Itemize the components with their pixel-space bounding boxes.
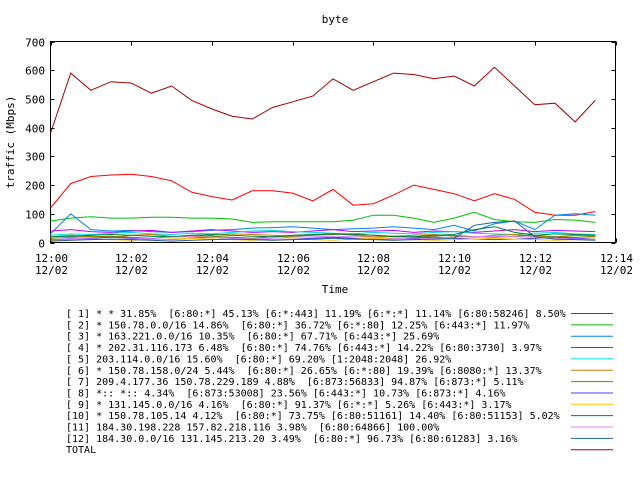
series-line-13 <box>50 66 596 134</box>
chart: byte traffic (Mbps) Time 0 100 200 300 400 50… <box>0 0 640 480</box>
legend-entry-label: [11] 184.30.198.228 157.82.218.116 3.98%… <box>66 423 439 434</box>
x-tick-date-label: 12/02 <box>277 264 310 277</box>
x-tick-date-label: 12/02 <box>115 264 148 277</box>
x-tick-date-label: 12/02 <box>196 264 229 277</box>
legend-entry-label: [ 9] * 131.145.0.0/16 4.16% [6:80:*] 91.… <box>66 400 512 411</box>
legend-entry-label: [12] 184.30.0.0/16 131.145.213.20 3.49% … <box>66 434 518 445</box>
y-tick-label: 700 <box>25 37 45 50</box>
legend-entry-label: [10] * 150.78.105.14 4.12% [6:80:*] 73.7… <box>66 411 560 422</box>
y-tick-label: 600 <box>25 65 45 78</box>
x-tick-date-label: 12/02 <box>35 264 68 277</box>
y-tick-label: 400 <box>25 123 45 136</box>
y-tick-label: 500 <box>25 94 45 107</box>
series-line-1 <box>50 173 596 216</box>
y-tick-label: 300 <box>25 151 45 164</box>
x-tick-date-label: 12/02 <box>357 264 390 277</box>
x-tick-date-label: 12/02 <box>519 264 552 277</box>
legend-entry-label: [ 2] * 150.78.0.0/16 14.86% [6:80:*] 36.… <box>66 320 530 331</box>
y-tick-label: 0 <box>38 238 45 251</box>
legend-entry-label: [ 1] * * 31.85% [6:80:*] 45.13% [6:*:443… <box>66 309 566 320</box>
legend-entry-label: TOTAL <box>66 445 96 456</box>
chart-title: byte <box>322 13 349 26</box>
legend-entry-label: [ 4] * 202.31.116.173 6.48% [6:80:*] 74.… <box>66 343 542 354</box>
y-axis-label: traffic (Mbps) <box>4 96 17 189</box>
legend-entry-label: [ 6] * 150.78.158.0/24 5.44% [6:80:*] 26… <box>66 366 542 377</box>
x-axis-label: Time <box>322 283 349 296</box>
x-tick-date-label: 12/02 <box>600 264 633 277</box>
legend-entry-label: [ 5] 203.114.0.0/16 15.60% [6:80:*] 69.2… <box>66 354 451 365</box>
legend-entry-label: [ 3] * 163.221.0.0/16 10.35% [6:80:*] 67… <box>66 332 439 343</box>
y-tick-label: 200 <box>25 180 45 193</box>
legend-entry-label: [ 7] 209.4.177.36 150.78.229.189 4.88% [… <box>66 377 524 388</box>
plot-area <box>50 41 616 243</box>
x-tick-date-label: 12/02 <box>438 264 471 277</box>
legend-entry-label: [ 8] *:: *:: 4.34% [6:873:53008] 23.56% … <box>66 388 506 399</box>
y-tick-label: 100 <box>25 209 45 222</box>
